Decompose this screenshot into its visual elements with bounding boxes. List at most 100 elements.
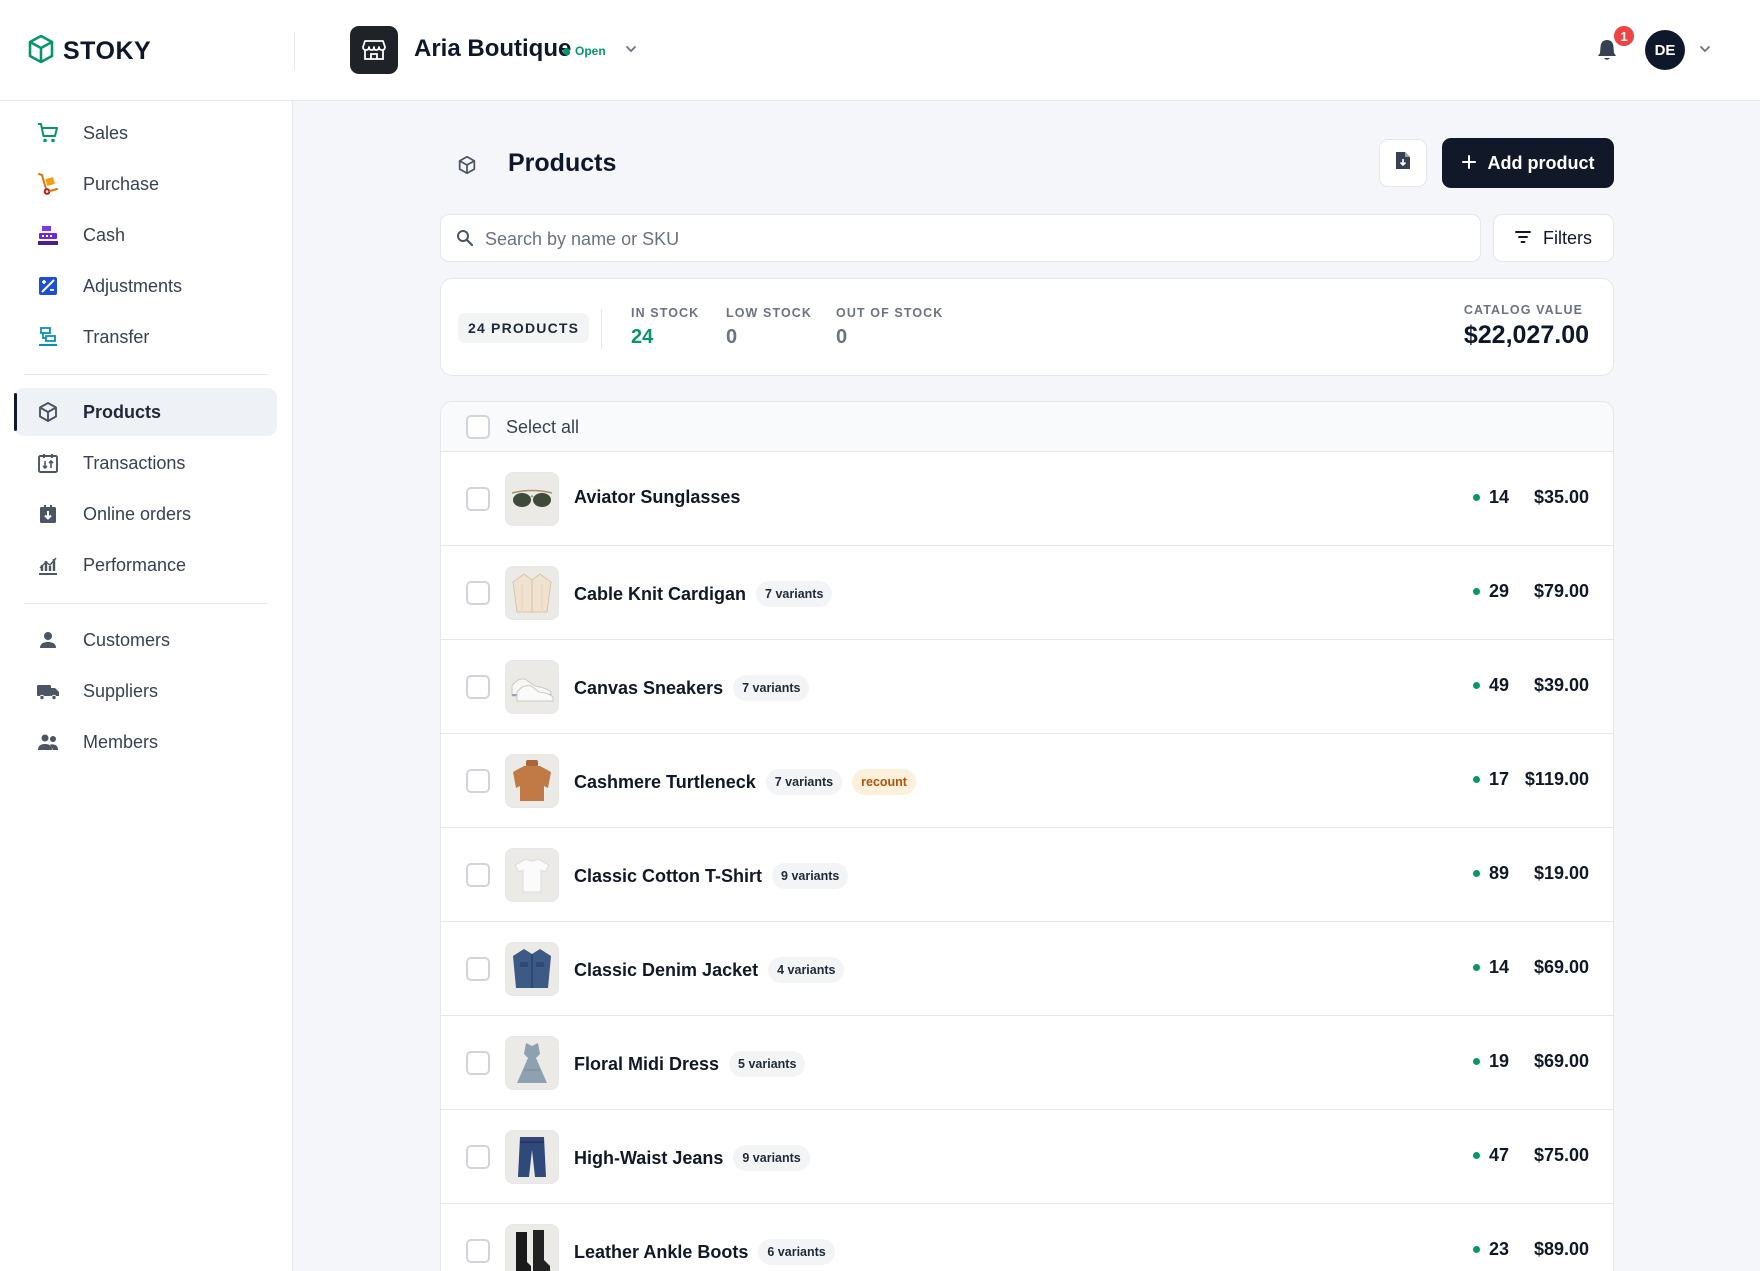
product-name[interactable]: High-Waist Jeans 9 variants — [574, 1145, 810, 1171]
sidebar: Sales Purchase Cash Adjustments Transfer… — [0, 101, 293, 1271]
stat-label: OUT OF STOCK — [836, 306, 944, 320]
product-thumbnail — [505, 1224, 559, 1271]
product-thumbnail — [505, 1130, 559, 1184]
sidebar-item-adjustments[interactable]: Adjustments — [14, 262, 277, 310]
row-checkbox[interactable] — [466, 581, 490, 605]
product-row[interactable]: Classic Denim Jacket 4 variants 14 $69.00 — [441, 922, 1613, 1016]
stat-out-of-stock[interactable]: OUT OF STOCK 0 — [836, 306, 943, 349]
top-bar: STOKY Aria Boutique Open 1 DE — [0, 0, 1760, 101]
row-checkbox[interactable] — [466, 675, 490, 699]
search-bar — [440, 214, 1481, 262]
row-checkbox[interactable] — [466, 863, 490, 887]
stock-status-dot-icon — [1472, 1152, 1480, 1159]
select-all-checkbox[interactable] — [466, 415, 490, 439]
row-checkbox[interactable] — [466, 1145, 490, 1169]
product-name[interactable]: Floral Midi Dress 5 variants — [574, 1051, 806, 1077]
stock-count: 14 — [1472, 487, 1509, 508]
product-name-text: Cable Knit Cardigan — [574, 583, 747, 604]
row-checkbox[interactable] — [466, 1239, 490, 1263]
search-icon — [456, 229, 474, 252]
sidebar-item-performance[interactable]: Performance — [14, 541, 277, 589]
stock-value: 47 — [1488, 1145, 1509, 1165]
sidebar-item-label: Transactions — [83, 453, 186, 473]
product-row[interactable]: High-Waist Jeans 9 variants 47 $75.00 — [441, 1110, 1613, 1204]
sidebar-item-sales[interactable]: Sales — [14, 109, 277, 157]
stock-value: 89 — [1488, 863, 1509, 883]
product-thumbnail — [505, 942, 559, 996]
row-checkbox[interactable] — [466, 957, 490, 981]
product-price: $75.00 — [1533, 1145, 1589, 1165]
product-name[interactable]: Classic Cotton T-Shirt 9 variants — [574, 863, 849, 889]
stat-label: LOW STOCK — [726, 306, 813, 320]
product-name[interactable]: Leather Ankle Boots 6 variants — [574, 1239, 835, 1265]
add-product-label: Add product — [1487, 152, 1595, 173]
variants-badge: 5 variants — [729, 1051, 806, 1077]
sidebar-item-transfer[interactable]: Transfer — [14, 313, 277, 361]
product-price: $79.00 — [1533, 581, 1589, 601]
product-thumbnail — [505, 848, 559, 902]
calendar-icon — [36, 451, 60, 475]
search-input[interactable] — [485, 224, 1445, 254]
product-price: $35.00 — [1533, 487, 1589, 507]
product-price: $19.00 — [1533, 863, 1589, 883]
variants-badge: 9 variants — [772, 863, 849, 889]
product-row[interactable]: Classic Cotton T-Shirt 9 variants 89 $19.00 — [441, 828, 1613, 922]
stat-in-stock[interactable]: IN STOCK 24 — [631, 306, 699, 349]
sidebar-item-cash[interactable]: Cash — [14, 211, 277, 259]
product-name-text: Floral Midi Dress — [574, 1053, 720, 1074]
sidebar-item-label: Members — [83, 732, 159, 752]
stock-count: 17 — [1472, 769, 1509, 790]
product-row[interactable]: Floral Midi Dress 5 variants 19 $69.00 — [441, 1016, 1613, 1110]
chevron-down-icon[interactable] — [1698, 42, 1712, 61]
product-name[interactable]: Aviator Sunglasses — [574, 487, 740, 508]
row-checkbox[interactable] — [466, 769, 490, 793]
product-count-badge: 24 PRODUCTS — [458, 313, 590, 343]
sidebar-item-members[interactable]: Members — [14, 718, 277, 766]
store-name[interactable]: Aria Boutique — [414, 35, 571, 63]
export-button[interactable] — [1379, 139, 1427, 187]
product-row[interactable]: Cashmere Turtleneck 7 variants recount 17 $1… — [441, 734, 1613, 828]
store-icon[interactable] — [350, 26, 398, 74]
product-list: Select all Aviator Sunglasses 14 $35.00 Cab… — [440, 401, 1614, 1271]
stock-count: 49 — [1472, 675, 1509, 696]
sidebar-item-suppliers[interactable]: Suppliers — [14, 667, 277, 715]
product-name-text: Leather Ankle Boots — [574, 1241, 749, 1262]
sidebar-item-customers[interactable]: Customers — [14, 616, 277, 664]
product-name[interactable]: Classic Denim Jacket 4 variants — [574, 957, 845, 983]
filter-icon — [1515, 228, 1531, 249]
app-name: STOKY — [63, 37, 152, 65]
file-export-icon — [1395, 151, 1411, 175]
sidebar-item-label: Cash — [83, 225, 126, 245]
row-checkbox[interactable] — [466, 487, 490, 511]
sidebar-item-products[interactable]: Products — [14, 388, 277, 436]
store-status-label: Open — [575, 44, 606, 58]
stock-count: 29 — [1472, 581, 1509, 602]
chevron-down-icon[interactable] — [624, 42, 638, 61]
add-product-button[interactable]: Add product — [1442, 138, 1614, 188]
select-all-label[interactable]: Select all — [506, 417, 579, 438]
product-row[interactable]: Leather Ankle Boots 6 variants 23 $89.00 — [441, 1204, 1613, 1271]
sidebar-item-label: Customers — [83, 630, 171, 650]
app-logo[interactable]: STOKY — [27, 34, 151, 69]
product-name[interactable]: Canvas Sneakers 7 variants — [574, 675, 810, 701]
sidebar-item-purchase[interactable]: Purchase — [14, 160, 277, 208]
product-name[interactable]: Cable Knit Cardigan 7 variants — [574, 581, 833, 607]
product-price: $69.00 — [1533, 957, 1589, 977]
stat-value: 24 — [631, 326, 654, 348]
product-row[interactable]: Canvas Sneakers 7 variants 49 $39.00 — [441, 640, 1613, 734]
logo-cube-icon — [27, 34, 55, 69]
sidebar-item-transactions[interactable]: Transactions — [14, 439, 277, 487]
stat-label: CATALOG VALUE — [1463, 303, 1584, 317]
avatar[interactable]: DE — [1645, 30, 1685, 70]
filters-button[interactable]: Filters — [1493, 214, 1614, 262]
row-checkbox[interactable] — [466, 1051, 490, 1075]
sidebar-item-online-orders[interactable]: Online orders — [14, 490, 277, 538]
stock-status-dot-icon — [1472, 870, 1480, 877]
product-row[interactable]: Aviator Sunglasses 14 $35.00 — [441, 452, 1613, 546]
stat-value: 0 — [726, 326, 738, 348]
product-name[interactable]: Cashmere Turtleneck 7 variants recount — [574, 769, 916, 795]
product-row[interactable]: Cable Knit Cardigan 7 variants 29 $79.00 — [441, 546, 1613, 640]
stock-value: 14 — [1488, 957, 1509, 977]
user-icon — [36, 628, 60, 652]
stat-low-stock[interactable]: LOW STOCK 0 — [726, 306, 812, 349]
